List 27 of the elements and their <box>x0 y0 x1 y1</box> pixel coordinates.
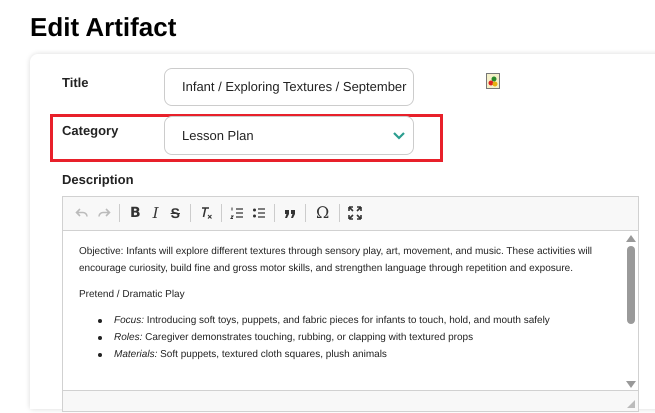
bullet-icon <box>98 336 102 340</box>
image-icon[interactable] <box>486 73 500 89</box>
bullet-icon <box>98 318 102 322</box>
paragraph-text: Pretend / Dramatic Play <box>79 288 186 302</box>
bold-button[interactable]: B <box>128 205 143 221</box>
field-label: Description <box>62 171 135 189</box>
bulleted-list-icon[interactable] <box>252 206 266 220</box>
list-item-text: Roles: Caregiver demonstrates touching, rubbing, or clapping with textured props <box>114 330 474 344</box>
category-dropdown[interactable]: Lesson Plan <box>164 116 414 155</box>
italic-button[interactable]: I <box>150 205 161 221</box>
special-character-button[interactable]: Ω <box>314 205 332 221</box>
chevron-down-icon <box>393 132 405 140</box>
page-title: Edit Artifact <box>30 11 178 44</box>
paragraph-text: Objective: Infants will explore different textures through sensory play, art, movement, and music. These activities will encourage curiosity, build fine and gross motor skills, and strengthen language through repetition and exposure. <box>79 244 594 276</box>
list-item-text: Materials: Soft puppets, textured cloth squares, plush animals <box>114 348 387 362</box>
title-field[interactable]: Infant / Exploring Textures / September <box>164 68 414 106</box>
resize-handle-icon[interactable] <box>627 400 635 408</box>
bullet-icon <box>98 352 102 356</box>
scroll-down-icon[interactable] <box>626 380 636 388</box>
list-item-text: Focus: Introducing soft toys, puppets, and fabric pieces for infants to touch, hold, and mouth safely <box>114 314 550 328</box>
field-label: Title <box>62 74 90 92</box>
field-label: Category <box>62 122 120 140</box>
numbered-list-icon[interactable] <box>230 206 244 220</box>
strikethrough-button[interactable]: S <box>168 205 182 221</box>
maximize-icon[interactable] <box>348 206 362 220</box>
scroll-up-icon[interactable] <box>626 234 636 242</box>
scrollbar[interactable] <box>625 234 636 388</box>
